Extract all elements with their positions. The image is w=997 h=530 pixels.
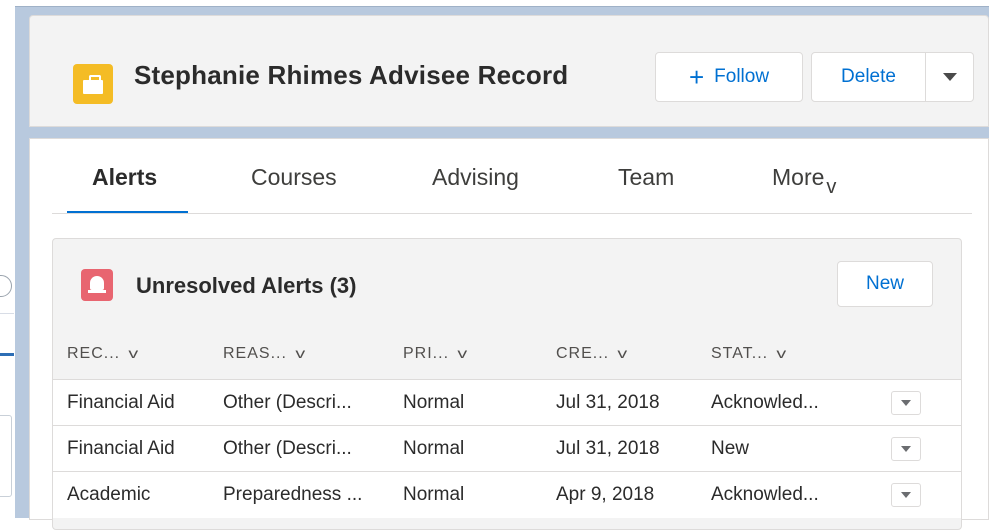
chevron-down-icon: v <box>457 345 469 361</box>
cell-priority: Normal <box>403 484 465 505</box>
tab-more-label: More <box>772 164 825 190</box>
plus-icon: + <box>688 62 705 92</box>
background-window <box>0 255 14 517</box>
column-header-status[interactable]: STAT... v <box>711 345 786 363</box>
table-header: REC... v REAS... v PRI... v CRE... v STAT...… <box>53 331 961 379</box>
cell-status: New <box>711 438 750 459</box>
advisee-record-page: Stephanie Rhimes Advisee Record + Follow… <box>15 6 989 530</box>
chevron-down-icon <box>901 492 911 498</box>
circle-icon <box>0 275 12 297</box>
record-header: Stephanie Rhimes Advisee Record + Follow… <box>29 15 989 127</box>
delete-label: Delete <box>841 66 896 87</box>
chevron-down-icon <box>901 446 911 452</box>
column-header-record-type[interactable]: REC... v <box>67 345 138 363</box>
cell-status: Acknowled... <box>711 392 819 413</box>
tab-bar: Alerts Courses Advising Team More v <box>52 139 972 215</box>
new-label: New <box>865 273 904 294</box>
cell-record-type: Financial Aid <box>67 438 175 459</box>
bell-icon <box>81 269 113 301</box>
follow-label: Follow <box>714 66 770 87</box>
page-title: Stephanie Rhimes Advisee Record <box>134 60 569 90</box>
tab-divider <box>52 213 972 214</box>
tab-courses[interactable]: Courses <box>251 164 337 191</box>
cell-status: Acknowled... <box>711 484 819 505</box>
cell-record-type: Financial Aid <box>67 392 175 413</box>
column-header-created[interactable]: CRE... v <box>556 345 627 363</box>
row-actions-button[interactable] <box>891 391 921 415</box>
table-row[interactable]: Financial Aid Other (Descri... Normal Ju… <box>53 425 961 472</box>
cell-created: Jul 31, 2018 <box>556 438 660 459</box>
cell-reason: Preparedness ... <box>223 484 363 505</box>
cell-created: Jul 31, 2018 <box>556 392 660 413</box>
chevron-down-icon: v <box>295 345 307 361</box>
chevron-down-icon: v <box>826 176 837 198</box>
alerts-header: Unresolved Alerts (3) New <box>53 239 961 327</box>
table-row[interactable]: Financial Aid Other (Descri... Normal Ju… <box>53 379 961 426</box>
chevron-down-icon <box>901 400 911 406</box>
briefcase-icon <box>73 64 113 104</box>
row-actions-button[interactable] <box>891 483 921 507</box>
cell-priority: Normal <box>403 392 465 413</box>
table-row[interactable]: Academic Preparedness ... Normal Apr 9, … <box>53 471 961 518</box>
follow-button[interactable]: + Follow <box>655 52 803 102</box>
divider <box>0 313 14 314</box>
unresolved-alerts-card: Unresolved Alerts (3) New REC... v REAS..… <box>52 238 962 530</box>
new-alert-button[interactable]: New <box>837 261 933 307</box>
input-field[interactable] <box>0 415 12 497</box>
chevron-down-icon: v <box>617 345 629 361</box>
tab-team[interactable]: Team <box>618 164 674 191</box>
column-header-priority[interactable]: PRI... v <box>403 345 467 363</box>
chevron-down-icon: v <box>128 345 140 361</box>
tab-alerts[interactable]: Alerts <box>92 164 157 191</box>
cell-reason: Other (Descri... <box>223 438 352 459</box>
row-actions-button[interactable] <box>891 437 921 461</box>
delete-button[interactable]: Delete <box>811 52 926 102</box>
tab-advising[interactable]: Advising <box>432 164 519 191</box>
more-actions-button[interactable] <box>926 52 974 102</box>
cell-reason: Other (Descri... <box>223 392 352 413</box>
chevron-down-icon <box>942 73 957 81</box>
record-body: Alerts Courses Advising Team More v Unres… <box>29 138 989 530</box>
alerts-title: Unresolved Alerts (3) <box>136 273 357 298</box>
cell-priority: Normal <box>403 438 465 459</box>
tab-more[interactable]: More v <box>772 164 836 198</box>
cell-created: Apr 9, 2018 <box>556 484 655 505</box>
chevron-down-icon: v <box>776 345 788 361</box>
column-header-reason[interactable]: REAS... v <box>223 345 305 363</box>
accent-bar <box>0 353 14 356</box>
cell-record-type: Academic <box>67 484 151 505</box>
